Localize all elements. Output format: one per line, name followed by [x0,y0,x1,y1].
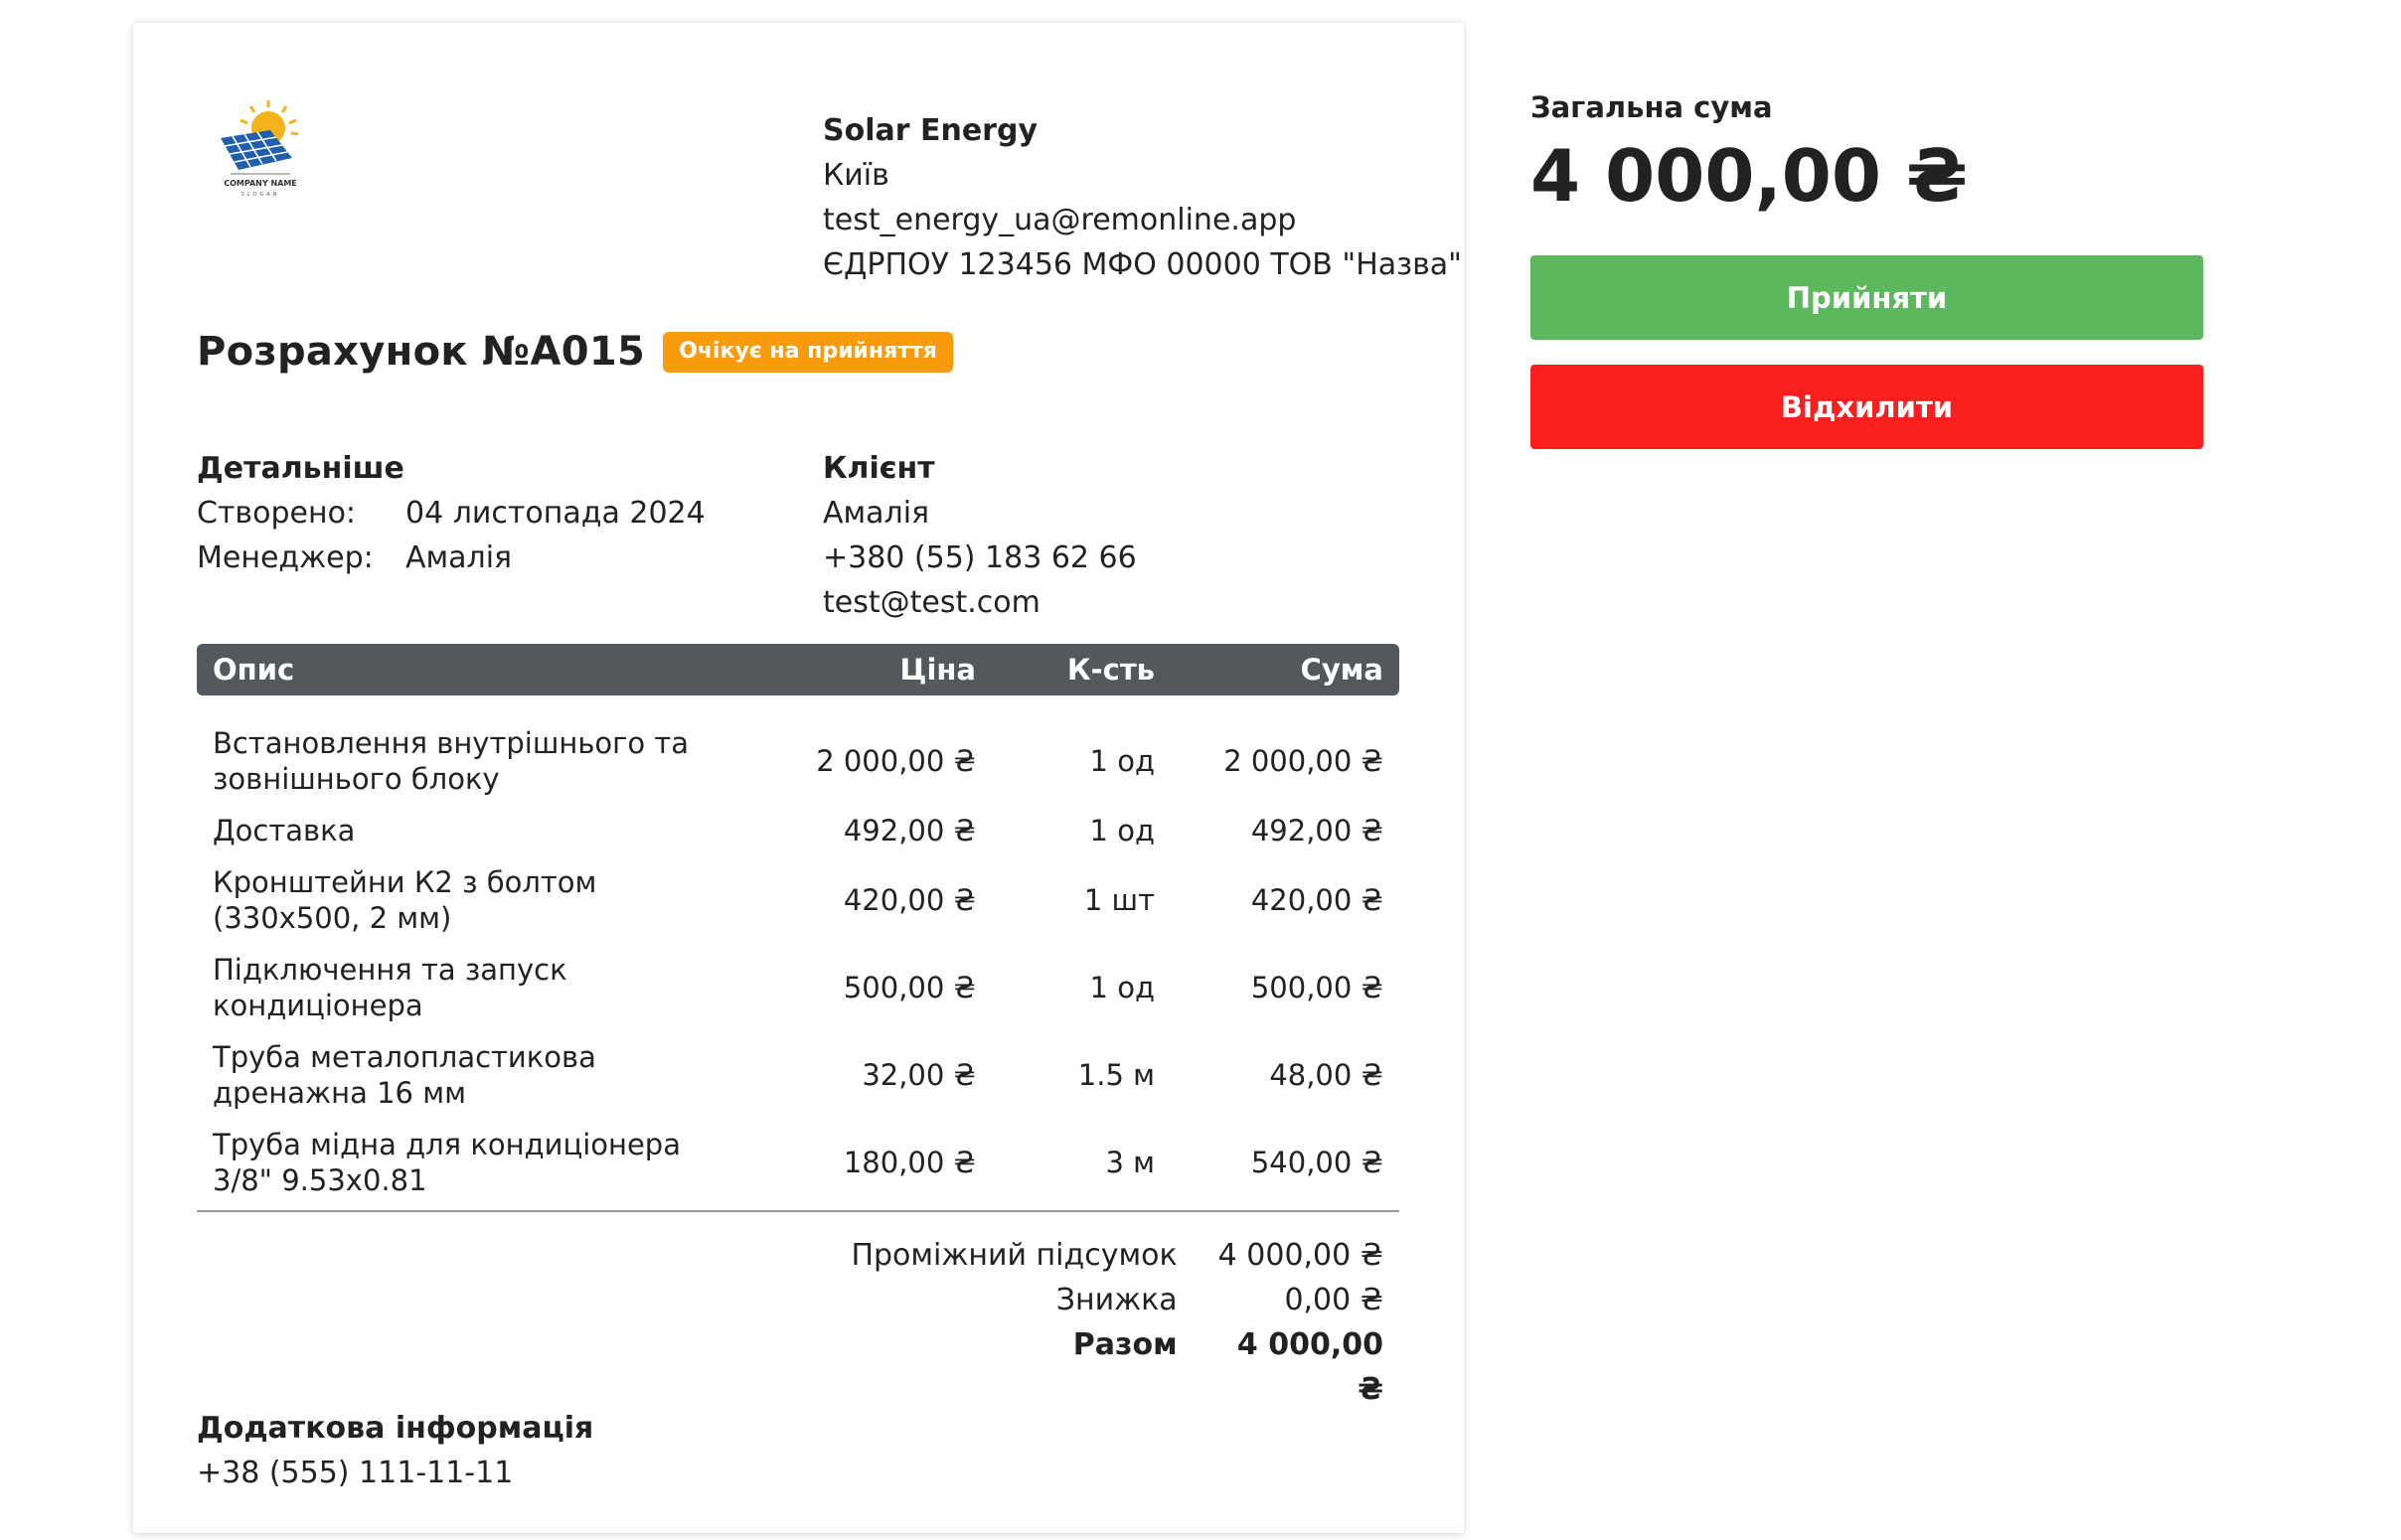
row-quantity: 1 од [1089,744,1155,778]
subtotal-row: Проміжний підсумок 4 000,00 ₴ [729,1233,1383,1278]
additional-info-section: Додаткова інформація +38 (555) 111-11-11 [197,1406,593,1495]
row-description: Встановлення внутрішнього та зовнішнього… [213,726,690,796]
row-price: 180,00 ₴ [843,1146,976,1179]
accept-button[interactable]: Прийняти [1530,255,2203,340]
row-quantity: 3 м [1105,1146,1155,1179]
row-price: 32,00 ₴ [862,1058,976,1092]
row-description: Доставка [213,814,356,847]
row-quantity: 1.5 м [1077,1058,1155,1092]
company-info: Solar Energy Київ test_energy_ua@remonli… [823,108,1462,287]
row-sum: 500,00 ₴ [1250,971,1383,1004]
total-row: Разом 4 000,00 ₴ [729,1322,1383,1412]
company-email: test_energy_ua@remonline.app [823,203,1297,237]
table-row: Встановлення внутрішнього та зовнішнього… [197,717,1399,805]
company-requisites: ЄДРПОУ 123456 МФО 00000 ТОВ "Назва" [823,247,1462,282]
details-created-row: Створено: 04 листопада 2024 [197,491,706,536]
row-description: Кронштейни К2 з болтом (330х500, 2 мм) [213,865,597,935]
subtotal-value: 4 000,00 ₴ [1217,1238,1383,1273]
table-row: Підключення та запуск кондиціонера 500,0… [197,944,1399,1031]
additional-info-heading: Додаткова інформація [197,1411,594,1446]
logo-company-text: COMPANY NAME [224,179,297,188]
discount-value: 0,00 ₴ [1284,1283,1383,1317]
invoice-card: COMPANY NAME SLOGAN Solar Energy Київ te… [133,23,1464,1533]
discount-row: Знижка 0,00 ₴ [729,1278,1383,1322]
row-sum: 540,00 ₴ [1250,1146,1383,1179]
company-logo: COMPANY NAME SLOGAN [211,92,310,204]
manager-label: Менеджер: [197,540,374,575]
column-header-price: Ціна [753,644,992,695]
row-price: 2 000,00 ₴ [816,744,976,778]
subtotal-label: Проміжний підсумок [851,1238,1178,1273]
company-name: Solar Energy [823,113,1039,148]
client-email: test@test.com [823,585,1040,620]
column-header-sum: Сума [1171,644,1399,695]
invoice-title: Розрахунок №A015 [197,329,646,375]
row-sum: 492,00 ₴ [1250,814,1383,847]
total-value: 4 000,00 ₴ [1236,1327,1383,1407]
discount-label: Знижка [1055,1283,1178,1317]
details-heading: Детальніше [197,451,404,486]
solar-panel-logo-icon: COMPANY NAME SLOGAN [221,100,299,198]
total-label: Разом [1072,1327,1178,1362]
company-city: Київ [823,158,889,193]
row-price: 420,00 ₴ [843,883,976,917]
details-section: Детальніше Створено: 04 листопада 2024 М… [197,446,706,580]
row-price: 500,00 ₴ [843,971,976,1004]
column-header-quantity: К-сть [992,644,1171,695]
table-row: Кронштейни К2 з болтом (330х500, 2 мм) 4… [197,856,1399,944]
status-badge: Очікує на прийняття [663,331,953,373]
created-value: 04 листопада 2024 [405,496,706,531]
details-manager-row: Менеджер: Амалія [197,536,706,580]
table-row: Доставка 492,00 ₴ 1 од 492,00 ₴ [197,805,1399,856]
summary-panel: Загальна сума 4 000,00 ₴ Прийняти Відхил… [1530,85,2203,449]
row-sum: 420,00 ₴ [1250,883,1383,917]
row-quantity: 1 од [1089,814,1155,847]
client-section: Клієнт Амалія +380 (55) 183 62 66 test@t… [823,446,1137,625]
table-header-row: Опис Ціна К-сть Сума [197,644,1399,695]
grand-total-value: 4 000,00 ₴ [1530,134,1968,218]
row-description: Труба мідна для кондиціонера 3/8" 9.53x0… [213,1128,681,1197]
invoice-title-row: Розрахунок №A015 Очікує на прийняття [197,329,953,375]
additional-info-phone: +38 (555) 111-11-11 [197,1456,514,1490]
table-row: Труба металопластикова дренажна 16 мм 32… [197,1031,1399,1119]
table-row: Труба мідна для кондиціонера 3/8" 9.53x0… [197,1119,1399,1206]
logo-slogan-text: SLOGAN [241,192,280,198]
row-price: 492,00 ₴ [843,814,976,847]
row-sum: 2 000,00 ₴ [1223,744,1383,778]
row-description: Підключення та запуск кондиціонера [213,953,567,1022]
column-header-description: Опис [197,644,753,695]
client-phone: +380 (55) 183 62 66 [823,540,1137,575]
totals-section: Проміжний підсумок 4 000,00 ₴ Знижка 0,0… [729,1233,1383,1412]
created-label: Створено: [197,496,357,531]
manager-value: Амалія [405,540,513,575]
row-quantity: 1 од [1089,971,1155,1004]
reject-button[interactable]: Відхилити [1530,365,2203,449]
grand-total-label: Загальна сума [1530,90,1773,124]
items-table: Опис Ціна К-сть Сума Встановлення внутрі… [197,644,1399,1206]
row-quantity: 1 шт [1083,883,1155,917]
totals-divider [197,1210,1399,1212]
row-description: Труба металопластикова дренажна 16 мм [213,1040,596,1110]
row-sum: 48,00 ₴ [1269,1058,1383,1092]
client-name: Амалія [823,496,930,531]
client-heading: Клієнт [823,451,935,486]
